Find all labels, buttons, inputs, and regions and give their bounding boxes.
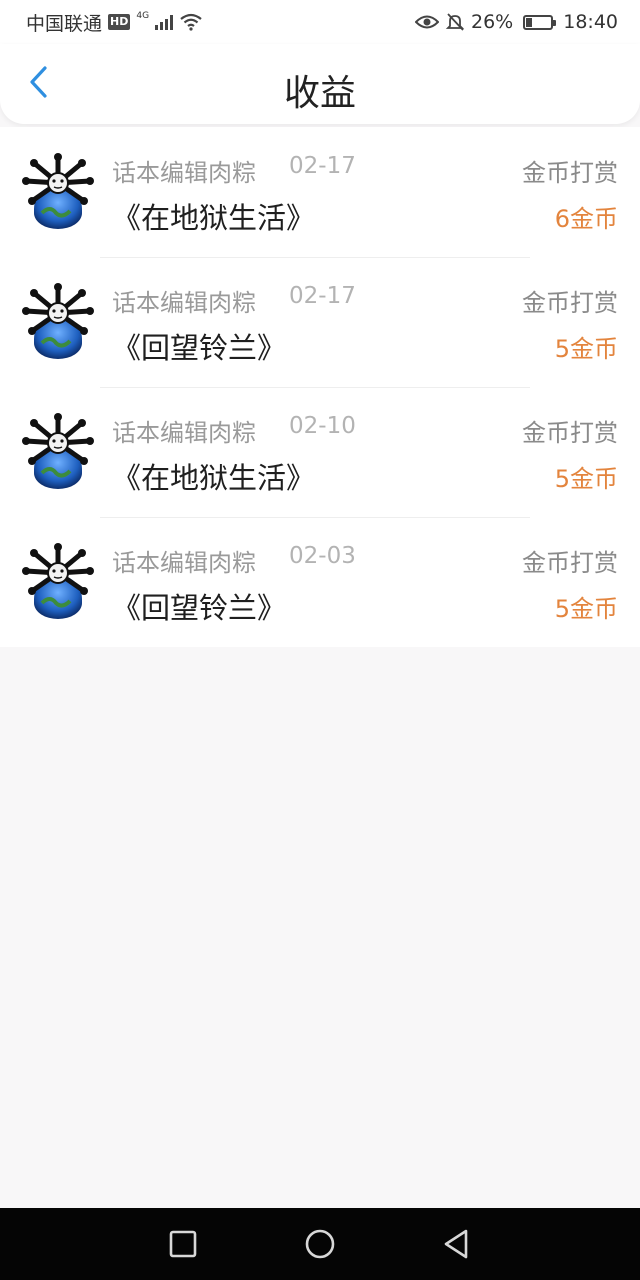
record-date: 02-17 bbox=[289, 153, 356, 179]
avatar bbox=[22, 543, 94, 619]
battery-icon bbox=[523, 14, 557, 30]
earnings-list: 话本编辑肉粽 02-17 金币打赏 《在地狱生活》 6金币 话本编辑肉粽 02-… bbox=[0, 127, 640, 647]
record-date: 02-17 bbox=[289, 283, 356, 309]
coin-amount: 5金币 bbox=[554, 465, 618, 493]
carrier-name: 中国联通 bbox=[26, 12, 103, 35]
editor-name: 话本编辑肉粽 bbox=[112, 549, 256, 577]
editor-name: 话本编辑肉粽 bbox=[112, 289, 256, 317]
signal-icon bbox=[155, 14, 174, 30]
earnings-record[interactable]: 话本编辑肉粽 02-03 金币打赏 《回望铃兰》 5金币 bbox=[0, 517, 640, 647]
reward-type: 金币打赏 bbox=[522, 419, 618, 447]
avatar bbox=[22, 413, 94, 489]
hd-badge: HD bbox=[108, 14, 131, 30]
clock: 18:40 bbox=[563, 11, 618, 33]
page-title: 收益 bbox=[283, 73, 356, 114]
book-title: 《回望铃兰》 bbox=[112, 591, 287, 625]
triangle-back-icon[interactable] bbox=[438, 1226, 474, 1262]
record-date: 02-10 bbox=[289, 413, 356, 439]
editor-name: 话本编辑肉粽 bbox=[112, 419, 256, 447]
battery-level bbox=[526, 17, 533, 27]
reward-type: 金币打赏 bbox=[522, 549, 618, 577]
battery-percent: 26% bbox=[471, 11, 514, 33]
system-nav-bar bbox=[0, 1208, 640, 1280]
eye-icon bbox=[415, 15, 439, 29]
book-title: 《回望铃兰》 bbox=[112, 331, 287, 365]
reward-type: 金币打赏 bbox=[522, 289, 618, 317]
coin-amount: 6金币 bbox=[554, 205, 618, 233]
earnings-record[interactable]: 话本编辑肉粽 02-10 金币打赏 《在地狱生活》 5金币 bbox=[0, 387, 640, 517]
status-right: 26% 18:40 bbox=[415, 11, 618, 33]
status-bar: 中国联通 HD 4G 26% 18:40 bbox=[0, 0, 640, 44]
mute-bell-icon bbox=[445, 13, 465, 31]
book-title: 《在地狱生活》 bbox=[112, 461, 316, 495]
coin-amount: 5金币 bbox=[554, 335, 618, 363]
network-type: 4G bbox=[136, 11, 150, 21]
wifi-icon bbox=[180, 13, 202, 31]
book-title: 《在地狱生活》 bbox=[112, 201, 316, 235]
back-button[interactable] bbox=[18, 62, 58, 102]
earnings-record[interactable]: 话本编辑肉粽 02-17 金币打赏 《回望铃兰》 5金币 bbox=[0, 257, 640, 387]
record-date: 02-03 bbox=[289, 543, 356, 569]
square-recents-icon[interactable] bbox=[165, 1226, 201, 1262]
reward-type: 金币打赏 bbox=[522, 159, 618, 187]
earnings-record[interactable]: 话本编辑肉粽 02-17 金币打赏 《在地狱生活》 6金币 bbox=[0, 127, 640, 257]
circle-home-icon[interactable] bbox=[302, 1226, 338, 1262]
chevron-left-icon bbox=[30, 66, 47, 98]
status-left: 中国联通 HD 4G bbox=[26, 9, 203, 36]
coin-amount: 5金币 bbox=[554, 595, 618, 623]
avatar bbox=[22, 153, 94, 229]
app-header: 收益 bbox=[0, 44, 640, 124]
avatar bbox=[22, 283, 94, 359]
editor-name: 话本编辑肉粽 bbox=[112, 159, 256, 187]
